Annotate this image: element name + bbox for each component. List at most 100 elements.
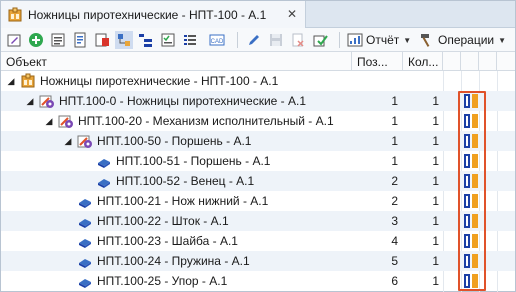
quantity-cell: 1	[432, 234, 439, 248]
assembly-box-icon	[8, 7, 22, 21]
tree-row[interactable]: НПТ.100-51 - Поршень - А.1 1 1	[1, 151, 515, 171]
object-cell: НПТ.100-25 - Упор - А.1	[63, 271, 227, 291]
tree-row[interactable]: НПТ.100-24 - Пружина - А.1 5 1	[1, 251, 515, 271]
position-cell: 2	[391, 174, 398, 188]
assembly-box-icon	[21, 73, 35, 88]
object-name: НПТ.100-23 - Шайба - А.1	[97, 234, 238, 248]
object-cell: НПТ.100-51 - Поршень - А.1	[82, 151, 270, 171]
cad-icon[interactable]: CAD	[208, 31, 226, 49]
checklist-icon[interactable]	[159, 31, 177, 49]
toolbar-separator	[237, 32, 238, 48]
quantity-cell: 1	[432, 274, 439, 288]
column-header-blank[interactable]	[479, 52, 497, 71]
chevron-down-icon: ▼	[498, 35, 507, 45]
assembly-icon	[77, 135, 92, 148]
close-icon[interactable]: ✕	[287, 7, 297, 21]
position-cell: 1	[391, 114, 398, 128]
column-header-blank[interactable]	[497, 52, 515, 71]
document-tab[interactable]: Ножницы пиротехнические - НПТ-100 - А.1 …	[1, 1, 306, 28]
edit-icon[interactable]	[5, 31, 23, 49]
quantity-cell: 1	[432, 214, 439, 228]
assembly-icon	[58, 115, 73, 128]
tree-row[interactable]: ◢ НПТ.100-0 - Ножницы пиротехнические - …	[1, 91, 515, 111]
tree-row[interactable]: НПТ.100-52 - Венец - А.1 2 1	[1, 171, 515, 191]
object-name: НПТ.100-0 - Ножницы пиротехнические - А.…	[59, 94, 306, 108]
expand-toggle-icon[interactable]: ◢	[6, 76, 16, 87]
part-icon	[98, 159, 110, 168]
object-cell: НПТ.100-24 - Пружина - А.1	[63, 251, 250, 271]
expand-toggle-icon[interactable]: ◢	[44, 116, 54, 127]
part-icon	[98, 179, 110, 188]
column-header-quantity[interactable]: Кол...	[403, 52, 443, 71]
delete-icon[interactable]	[289, 31, 307, 49]
position-cell: 1	[391, 94, 398, 108]
position-cell: 5	[391, 254, 398, 268]
position-cell: 2	[391, 194, 398, 208]
object-name: НПТ.100-21 - Нож нижний - А.1	[97, 194, 269, 208]
report-chart-icon	[347, 33, 363, 47]
tree-row[interactable]: ◢ Ножницы пиротехнические - НПТ-100 - А.…	[1, 71, 515, 91]
quantity-cell: 1	[432, 254, 439, 268]
quantity-cell: 1	[432, 134, 439, 148]
position-cell: 4	[391, 234, 398, 248]
tab-bar: Ножницы пиротехнические - НПТ-100 - А.1 …	[1, 1, 515, 28]
tab-title: Ножницы пиротехнические - НПТ-100 - А.1	[28, 7, 267, 22]
column-header-blank[interactable]	[461, 52, 479, 71]
column-header-object[interactable]: Объект	[1, 52, 352, 71]
tree-row[interactable]: ◢ НПТ.100-20 - Механизм исполнительный -…	[1, 111, 515, 131]
quantity-cell: 1	[432, 154, 439, 168]
tree-row[interactable]: НПТ.100-25 - Упор - А.1 6 1	[1, 271, 515, 291]
position-cell: 6	[391, 274, 398, 288]
highlight-frame	[458, 91, 486, 291]
toolbar: CAD Отчёт ▼ Операции ▼	[1, 28, 515, 52]
quantity-cell	[403, 71, 441, 91]
grid-header: Объект Поз... Кол...	[1, 52, 515, 71]
document-window: Ножницы пиротехнические - НПТ-100 - А.1 …	[0, 0, 516, 292]
structure-icon[interactable]	[115, 31, 133, 49]
object-cell: ◢ НПТ.100-0 - Ножницы пиротехнические - …	[25, 91, 306, 111]
expand-toggle-icon[interactable]: ◢	[63, 136, 73, 147]
approve-icon[interactable]	[311, 31, 329, 49]
position-cell: 1	[391, 154, 398, 168]
tree-row[interactable]: НПТ.100-21 - Нож нижний - А.1 2 1	[1, 191, 515, 211]
column-header-blank[interactable]	[443, 52, 461, 71]
position-cell	[352, 71, 402, 91]
object-name: НПТ.100-52 - Венец - А.1	[116, 174, 255, 188]
tree-row[interactable]: НПТ.100-23 - Шайба - А.1 4 1	[1, 231, 515, 251]
part-icon	[79, 199, 91, 208]
document-icon[interactable]	[71, 31, 89, 49]
export-icon[interactable]	[93, 31, 111, 49]
quantity-cell: 1	[432, 94, 439, 108]
svg-text:CAD: CAD	[211, 39, 224, 45]
tree-row[interactable]: ◢ НПТ.100-50 - Поршень - А.1 1 1	[1, 131, 515, 151]
quantity-cell: 1	[432, 194, 439, 208]
column-header-position[interactable]: Поз...	[352, 52, 403, 71]
object-name: НПТ.100-22 - Шток - А.1	[97, 214, 229, 228]
part-icon	[79, 239, 91, 248]
hammer-icon	[421, 34, 430, 47]
pencil-icon[interactable]	[245, 31, 263, 49]
save-icon[interactable]	[267, 31, 285, 49]
list-icon[interactable]	[181, 31, 199, 49]
add-icon[interactable]	[27, 31, 45, 49]
part-icon	[79, 279, 91, 288]
object-cell: ◢ Ножницы пиротехнические - НПТ-100 - А.…	[6, 71, 278, 91]
operations-menu-label: Операции	[438, 33, 495, 47]
object-name: НПТ.100-50 - Поршень - А.1	[97, 134, 252, 148]
object-name: НПТ.100-20 - Механизм исполнительный - А…	[78, 114, 334, 128]
object-name: Ножницы пиротехнические - НПТ-100 - А.1	[40, 74, 279, 88]
object-name: НПТ.100-24 - Пружина - А.1	[97, 254, 250, 268]
tree-icon[interactable]	[137, 31, 155, 49]
report-menu[interactable]: Отчёт ▼	[347, 31, 411, 49]
position-cell: 1	[391, 134, 398, 148]
object-cell: НПТ.100-23 - Шайба - А.1	[63, 231, 238, 251]
operations-menu[interactable]: Операции ▼	[419, 31, 506, 49]
part-icon	[79, 219, 91, 228]
quantity-cell: 1	[432, 114, 439, 128]
properties-icon[interactable]	[49, 31, 67, 49]
tree-row[interactable]: НПТ.100-22 - Шток - А.1 3 1	[1, 211, 515, 231]
expand-toggle-icon[interactable]: ◢	[25, 96, 35, 107]
position-cell: 3	[391, 214, 398, 228]
object-cell: НПТ.100-52 - Венец - А.1	[82, 171, 254, 191]
assembly-icon	[39, 95, 54, 108]
